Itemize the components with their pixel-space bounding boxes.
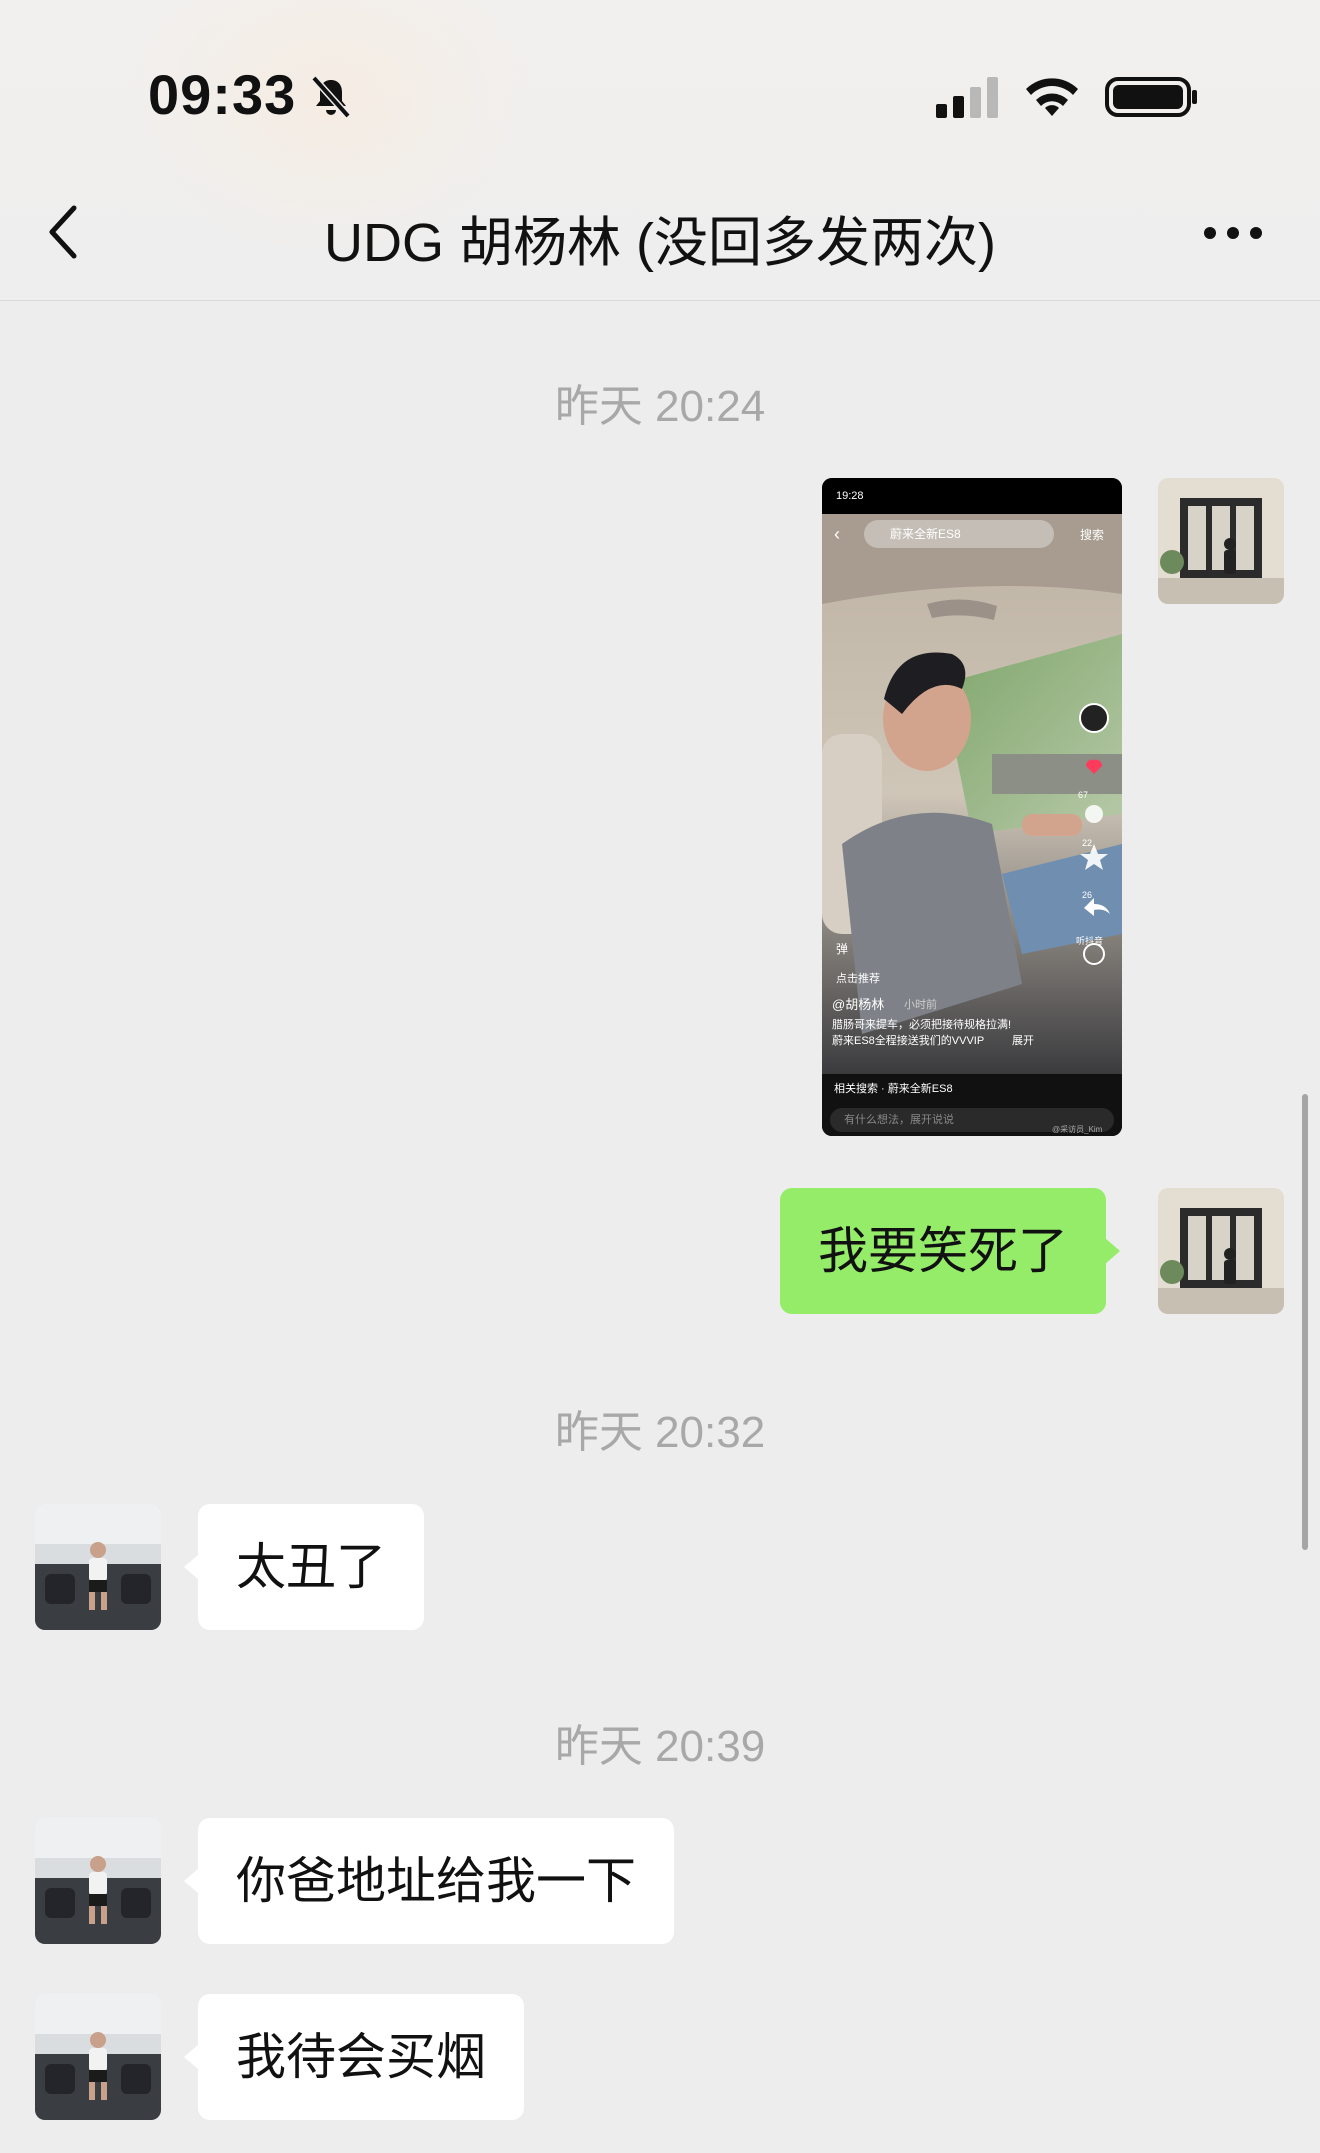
video-status-time: 19:28	[836, 490, 864, 502]
video-fav-count: 22	[1082, 838, 1093, 848]
video-expand-link: 展开	[1012, 1035, 1034, 1047]
chat-title: UDG 胡杨林 (没回多发两次)	[324, 213, 996, 273]
contact-message-bubble[interactable]: 太丑了	[184, 1504, 424, 1630]
video-thumbnail	[822, 514, 1122, 1074]
video-search-button: 搜索	[1080, 528, 1105, 542]
wifi-icon	[1026, 78, 1078, 116]
contact-avatar[interactable]	[35, 1818, 161, 1944]
video-time-ago: 小时前	[904, 999, 937, 1011]
cellular-signal-icon	[936, 77, 998, 118]
video-caption-line1: 腊肠哥来提车，必须把接待规格拉满!	[832, 1019, 1012, 1031]
contact-message-bubble[interactable]: 你爸地址给我一下	[184, 1818, 674, 1944]
video-author: @胡杨林	[832, 997, 885, 1012]
bell-muted-icon	[311, 75, 351, 119]
video-danmu-label: 弹	[836, 942, 849, 956]
video-search-box: 蔚来全新ES8	[864, 520, 1054, 548]
message-timestamp: 昨天 20:39	[554, 1722, 766, 1771]
my-message-bubble[interactable]: 我要笑死了	[780, 1188, 1120, 1314]
contact-avatar[interactable]	[35, 1504, 161, 1630]
message-timestamp: 昨天 20:32	[554, 1408, 766, 1457]
video-share-count: 26	[1082, 890, 1093, 900]
status-time: 09:33	[148, 63, 297, 126]
battery-icon	[1105, 77, 1197, 117]
video-related-search: 相关搜索 · 蔚来全新ES8	[834, 1083, 953, 1095]
video-listen-label: 听抖音	[1076, 936, 1104, 946]
contact-message-bubble[interactable]: 我待会买烟	[184, 1994, 524, 2120]
shared-video-card[interactable]: 19:28 ‹ 蔚来全新ES8 搜索 67 22 26 听抖音 弹 点击推荐 @…	[822, 478, 1122, 1136]
video-back-icon: ‹	[834, 524, 840, 544]
scrollbar[interactable]	[1302, 1094, 1308, 1550]
my-avatar[interactable]	[1158, 478, 1284, 604]
video-recommend-label: 点击推荐	[836, 973, 880, 985]
my-avatar[interactable]	[1158, 1188, 1284, 1314]
video-caption-line2: 蔚来ES8全程接送我们的VVVIP	[832, 1035, 985, 1047]
video-status-bar: 19:28	[822, 478, 1122, 514]
video-watermark: @采访员_Kim	[1052, 1125, 1103, 1134]
video-bottom-bar: 相关搜索 · 蔚来全新ES8 有什么想法，展开说说 @采访员_Kim	[822, 1074, 1122, 1136]
contact-avatar[interactable]	[35, 1994, 161, 2120]
message-timestamp: 昨天 20:24	[554, 382, 766, 431]
video-comment-count: 67	[1078, 790, 1089, 800]
more-options-icon[interactable]	[1200, 218, 1266, 248]
